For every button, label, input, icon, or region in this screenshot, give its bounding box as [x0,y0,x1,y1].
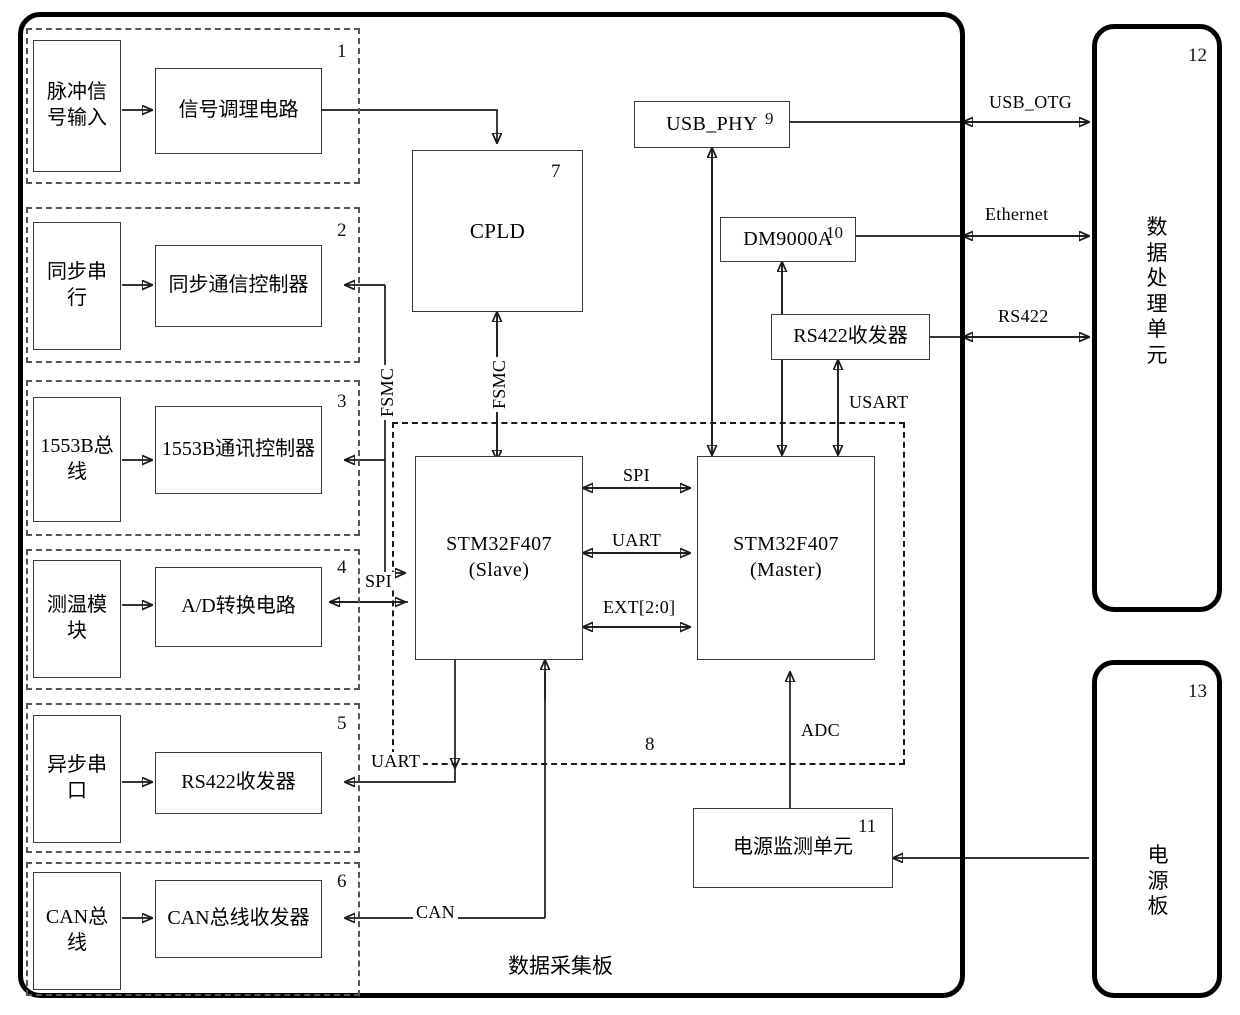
block-stm32-slave: STM32F407 (Slave) [415,456,583,660]
block-rs422-transceiver-right: RS422收发器 [771,314,930,360]
stm32-master-line2: (Master) [749,559,823,581]
group-2-index: 2 [337,220,347,241]
block-ad-converter: A/D转换电路 [155,567,322,647]
source-sync-serial-label: 同步串行 [47,261,107,309]
label-uart-mcu: UART [609,531,665,549]
block-power-monitor-label: 电源监测单元 [733,836,853,859]
group-4-index: 4 [337,557,347,578]
block-sync-comm-controller-label: 同步通信控制器 [168,274,309,297]
label-rs422: RS422 [995,307,1052,325]
board-caption: 数据采集板 [508,954,613,978]
block-dm9000a-index: 10 [826,223,843,242]
unit-power-board-label: 电源板 [1147,843,1169,919]
block-sync-comm-controller: 同步通信控制器 [155,245,322,327]
block-stm32-slave-label: STM32F407 (Slave) [446,532,552,583]
block-stm32-master: STM32F407 (Master) [697,456,875,660]
label-uart-left: UART [368,752,424,770]
block-can-transceiver-label: CAN总线收发器 [167,907,310,930]
label-usb-otg: USB_OTG [986,93,1076,111]
group-5-index: 5 [337,713,347,734]
unit-data-processing-index: 12 [1188,45,1207,66]
block-power-monitor-index: 11 [858,816,877,837]
unit-power-board [1092,660,1222,998]
source-temperature-module-label: 测温模块 [47,594,107,642]
label-adc: ADC [798,721,843,739]
diagram-canvas: 1 2 3 4 5 6 脉冲信号输入 信号调理电路 同步串行 同步通信控制器 1… [0,0,1240,1015]
block-usb-phy-index: 9 [765,109,774,128]
group-1-index: 1 [337,41,347,62]
block-cpld-index: 7 [551,161,561,182]
label-ethernet: Ethernet [982,205,1052,223]
source-async-serial: 异步串口 [33,715,121,843]
label-ext-mcu: EXT[2:0] [600,598,679,616]
label-usart: USART [846,393,912,411]
block-usb-phy-label: USB_PHY [666,112,758,135]
stm32-slave-line2: (Slave) [468,559,530,581]
block-ad-converter-label: A/D转换电路 [181,595,296,618]
stm32-master-line1: STM32F407 [733,533,839,556]
label-fsmc-cpld: FSMC [489,356,509,412]
label-fsmc-left: FSMC [377,364,397,420]
block-dm9000a-label: DM9000A [743,227,833,250]
unit-data-processing-label: 数据处理单元 [1146,215,1168,368]
group-3-index: 3 [337,391,347,412]
source-sync-serial: 同步串行 [33,222,121,350]
source-async-serial-label: 异步串口 [47,754,107,802]
label-can-left: CAN [413,903,458,921]
block-cpld-label: CPLD [469,218,526,243]
block-stm32-master-label: STM32F407 (Master) [733,532,839,583]
source-1553b-bus: 1553B总线 [33,397,121,522]
source-can-bus-label: CAN总线 [45,906,109,954]
block-can-transceiver: CAN总线收发器 [155,880,322,958]
source-1553b-bus-label: 1553B总线 [40,434,114,483]
group-6-index: 6 [337,871,347,892]
block-signal-conditioning-label: 信号调理电路 [178,99,299,122]
block-rs422-transceiver-right-label: RS422收发器 [793,325,908,348]
block-rs422-transceiver-left: RS422收发器 [155,752,322,814]
group-8-index: 8 [645,734,655,755]
block-1553b-controller-label: 1553B通讯控制器 [161,438,316,461]
block-1553b-controller: 1553B通讯控制器 [155,406,322,494]
source-can-bus: CAN总线 [33,872,121,990]
block-rs422-transceiver-left-label: RS422收发器 [181,771,296,794]
source-pulse-signal-input: 脉冲信号输入 [33,40,121,172]
label-spi-mcu: SPI [620,466,653,484]
label-spi-left: SPI [362,572,395,590]
source-pulse-signal-input-label: 脉冲信号输入 [47,81,107,129]
block-signal-conditioning: 信号调理电路 [155,68,322,154]
stm32-slave-line1: STM32F407 [446,533,552,556]
unit-power-board-index: 13 [1188,681,1207,702]
source-temperature-module: 测温模块 [33,560,121,678]
